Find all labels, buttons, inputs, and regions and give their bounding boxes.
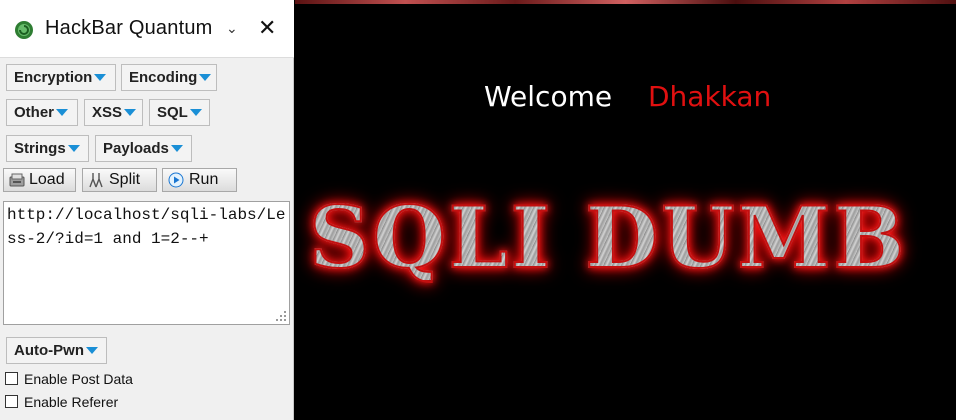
web-page-content: Welcome Dhakkan SQLI DUMB [295, 0, 956, 420]
payloads-menu-button[interactable]: Payloads [95, 135, 192, 162]
enable-post-data-row: Enable Post Data [5, 371, 205, 389]
sql-menu-button[interactable]: SQL [149, 99, 210, 126]
run-button[interactable]: Run [162, 168, 237, 192]
hackbar-sidebar: HackBar Quantum ⌄ ✕ Encryption Encoding … [0, 0, 294, 420]
payloads-label: Payloads [103, 140, 169, 157]
dropdown-arrow-icon [170, 144, 183, 152]
strings-menu-button[interactable]: Strings [6, 135, 89, 162]
user-name-text: Dhakkan [648, 80, 772, 113]
enable-referer-checkbox[interactable] [5, 395, 18, 408]
sql-label: SQL [157, 104, 188, 121]
close-icon[interactable]: ✕ [258, 16, 276, 40]
hackbar-logo-icon [15, 21, 33, 39]
dropdown-arrow-icon [67, 144, 80, 152]
other-menu-button[interactable]: Other [6, 99, 78, 126]
url-textarea[interactable]: http://localhost/sqli-labs/Less-2/?id=1 … [3, 201, 290, 325]
xss-label: XSS [92, 104, 123, 121]
split-label: Split [109, 171, 141, 188]
run-label: Run [189, 171, 219, 188]
dropdown-arrow-icon [85, 346, 98, 354]
dropdown-arrow-icon [94, 73, 107, 81]
enable-referer-row: Enable Referer [5, 394, 205, 412]
enable-referer-label: Enable Referer [24, 394, 119, 410]
decorative-top-strip [295, 0, 956, 4]
dropdown-arrow-icon [199, 73, 212, 81]
load-label: Load [29, 171, 65, 188]
welcome-text: Welcome [484, 80, 613, 113]
run-icon [168, 172, 184, 188]
sidebar-title[interactable]: HackBar Quantum [45, 17, 213, 40]
enable-post-data-label: Enable Post Data [24, 371, 133, 387]
dropdown-arrow-icon [56, 108, 69, 116]
load-icon [9, 173, 25, 187]
other-label: Other [14, 104, 55, 121]
split-icon [89, 173, 103, 188]
enable-post-data-checkbox[interactable] [5, 372, 18, 385]
auto-pwn-label: Auto-Pwn [14, 342, 84, 359]
encoding-menu-button[interactable]: Encoding [121, 64, 217, 91]
resize-grip-icon[interactable] [275, 310, 287, 322]
sqli-dumb-banner: SQLI DUMB [308, 188, 908, 287]
encryption-label: Encryption [14, 69, 93, 86]
strings-label: Strings [14, 140, 66, 157]
encryption-menu-button[interactable]: Encryption [6, 64, 116, 91]
auto-pwn-menu-button[interactable]: Auto-Pwn [6, 337, 107, 364]
encoding-label: Encoding [129, 69, 198, 86]
sidebar-header: HackBar Quantum ⌄ ✕ [0, 0, 294, 58]
split-button[interactable]: Split [82, 168, 157, 192]
dropdown-arrow-icon [189, 108, 202, 116]
load-button[interactable]: Load [3, 168, 76, 192]
xss-menu-button[interactable]: XSS [84, 99, 143, 126]
chevron-down-icon[interactable]: ⌄ [226, 20, 238, 37]
dropdown-arrow-icon [124, 108, 137, 116]
